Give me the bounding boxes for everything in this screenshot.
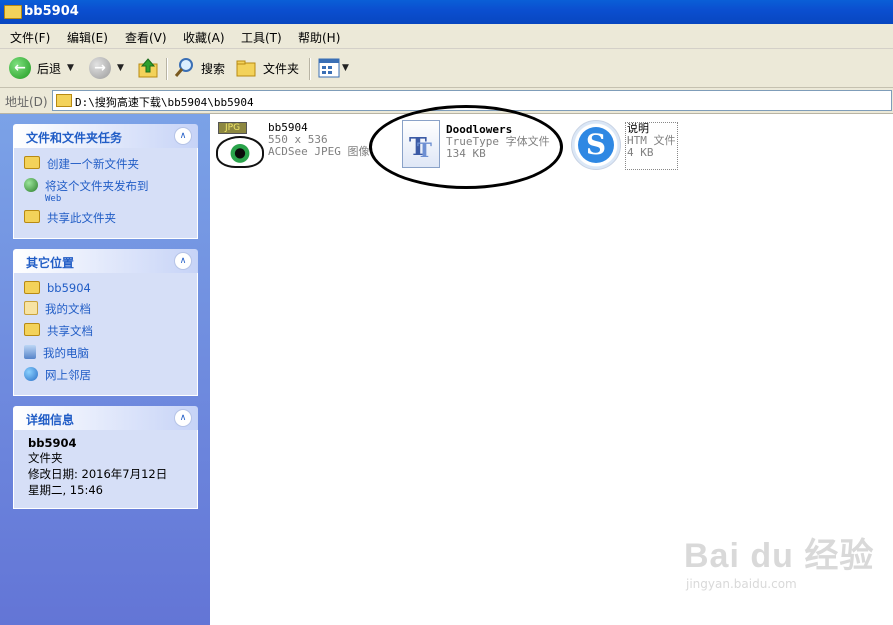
network-icon: [24, 367, 38, 381]
search-icon: [174, 58, 193, 77]
task-label: 将这个文件夹发布到 Web: [45, 178, 149, 204]
task-pane: 文件和文件夹任务 ∧ 创建一个新文件夹 将这个文件夹发布到 Web 共享此文件夹: [0, 114, 210, 625]
task-label-sub: Web: [45, 194, 62, 204]
details-title: 详细信息: [26, 413, 75, 427]
menu-favorites[interactable]: 收藏(A): [183, 29, 225, 46]
menu-bar: 文件(F) 编辑(E) 查看(V) 收藏(A) 工具(T) 帮助(H): [0, 24, 893, 49]
details-time: 星期二, 15:46: [28, 483, 103, 497]
details-header[interactable]: 详细信息 ∧: [13, 406, 198, 430]
publish-web-icon: [24, 178, 38, 192]
watermark-url: jingyan.baidu.com: [686, 577, 797, 591]
share-folder-icon: [24, 210, 40, 223]
address-path: D:\搜狗高速下载\bb5904\bb5904: [75, 96, 254, 109]
new-folder-icon: [24, 156, 40, 169]
file-item-htm[interactable]: S 说明 HTM 文件 4 KB: [571, 120, 678, 170]
other-places-body: bb5904 我的文档 共享文档 我的电脑 网上邻居: [13, 273, 198, 396]
task-publish-web[interactable]: 将这个文件夹发布到 Web: [24, 178, 197, 204]
folder-icon: [56, 94, 72, 107]
file-size: 4 KB: [627, 146, 654, 159]
my-documents-icon: [24, 301, 38, 315]
sogou-browser-icon: S: [571, 120, 621, 170]
task-label: 共享此文件夹: [47, 211, 116, 225]
up-folder-button[interactable]: [137, 56, 159, 80]
back-button[interactable]: ← 后退 ▼: [9, 56, 74, 80]
details-panel: 详细信息 ∧ bb5904 文件夹 修改日期: 2016年7月12日 星期二, …: [13, 406, 198, 509]
collapse-chevron-icon[interactable]: ∧: [174, 409, 192, 427]
watermark-brand: Bai du 经验: [684, 537, 875, 575]
other-places-panel: 其它位置 ∧ bb5904 我的文档 共享文档 我的电脑 网上邻居: [13, 249, 198, 396]
window-title: bb5904: [24, 4, 79, 19]
menu-help[interactable]: 帮助(H): [298, 29, 340, 46]
jpeg-file-icon: JPG: [214, 122, 264, 168]
file-item-jpeg[interactable]: JPG bb5904 550 x 536 ACDSee JPEG 图像: [214, 122, 370, 168]
place-my-computer[interactable]: 我的电脑: [24, 345, 197, 361]
search-button[interactable]: 搜索: [173, 56, 225, 80]
file-type: ACDSee JPEG 图像: [268, 145, 370, 158]
menu-tools[interactable]: 工具(T): [241, 29, 282, 46]
baidu-watermark: Bai du 经验 jingyan.baidu.com: [684, 528, 874, 591]
toolbar-separator: [166, 58, 168, 80]
toolbar-separator: [309, 58, 311, 80]
back-label: 后退: [37, 61, 62, 76]
eye-icon: [216, 136, 264, 168]
other-places-header[interactable]: 其它位置 ∧: [13, 249, 198, 273]
views-icon: [318, 58, 340, 78]
place-label: 我的文档: [45, 302, 91, 316]
details-body: bb5904 文件夹 修改日期: 2016年7月12日 星期二, 15:46: [13, 430, 198, 509]
folders-button[interactable]: 文件夹: [235, 56, 299, 80]
place-my-documents[interactable]: 我的文档: [24, 301, 197, 317]
collapse-chevron-icon[interactable]: ∧: [174, 127, 192, 145]
folders-icon: [236, 60, 256, 77]
file-tasks-title: 文件和文件夹任务: [26, 131, 123, 145]
place-network[interactable]: 网上邻居: [24, 367, 197, 383]
jpg-badge: JPG: [218, 122, 248, 134]
forward-arrow-icon: →: [89, 57, 111, 79]
place-label: 我的电脑: [43, 346, 89, 360]
collapse-chevron-icon[interactable]: ∧: [174, 252, 192, 270]
title-bar: bb5904: [0, 0, 893, 24]
my-computer-icon: [24, 345, 36, 359]
dropdown-arrow-icon[interactable]: ▼: [67, 63, 74, 73]
task-share-folder[interactable]: 共享此文件夹: [24, 210, 197, 226]
place-label: bb5904: [47, 281, 91, 295]
place-label: 网上邻居: [45, 368, 91, 382]
menu-edit[interactable]: 编辑(E): [67, 29, 108, 46]
other-places-title: 其它位置: [26, 256, 75, 270]
address-label: 地址(D): [5, 95, 48, 109]
toolbar: ← 后退 ▼ → ▼ 搜索 文件夹 ▼: [0, 49, 893, 88]
file-tasks-panel: 文件和文件夹任务 ∧ 创建一个新文件夹 将这个文件夹发布到 Web 共享此文件夹: [13, 124, 198, 239]
folder-icon: [4, 5, 22, 19]
place-bb5904[interactable]: bb5904: [24, 281, 197, 295]
views-button[interactable]: ▼: [318, 56, 349, 80]
forward-button[interactable]: → ▼: [89, 56, 124, 80]
file-tasks-body: 创建一个新文件夹 将这个文件夹发布到 Web 共享此文件夹: [13, 148, 198, 239]
task-label-main: 将这个文件夹发布到: [45, 179, 149, 193]
file-tasks-header[interactable]: 文件和文件夹任务 ∧: [13, 124, 198, 148]
back-arrow-icon: ←: [9, 57, 31, 79]
details-type: 文件夹: [28, 451, 63, 465]
folders-label: 文件夹: [263, 61, 300, 76]
dropdown-arrow-icon[interactable]: ▼: [342, 63, 349, 73]
details-modified: 修改日期: 2016年7月12日: [28, 467, 168, 481]
task-label: 创建一个新文件夹: [47, 157, 139, 171]
menu-view[interactable]: 查看(V): [125, 29, 167, 46]
details-name: bb5904: [28, 436, 77, 450]
folder-icon: [24, 281, 40, 294]
up-folder-icon: [138, 58, 158, 78]
menu-file[interactable]: 文件(F): [10, 29, 50, 46]
annotation-ellipse: [369, 105, 563, 189]
place-label: 共享文档: [47, 324, 93, 338]
place-shared-documents[interactable]: 共享文档: [24, 323, 197, 339]
task-new-folder[interactable]: 创建一个新文件夹: [24, 156, 197, 172]
search-label: 搜索: [201, 61, 226, 76]
shared-documents-icon: [24, 323, 40, 336]
dropdown-arrow-icon[interactable]: ▼: [117, 63, 124, 73]
